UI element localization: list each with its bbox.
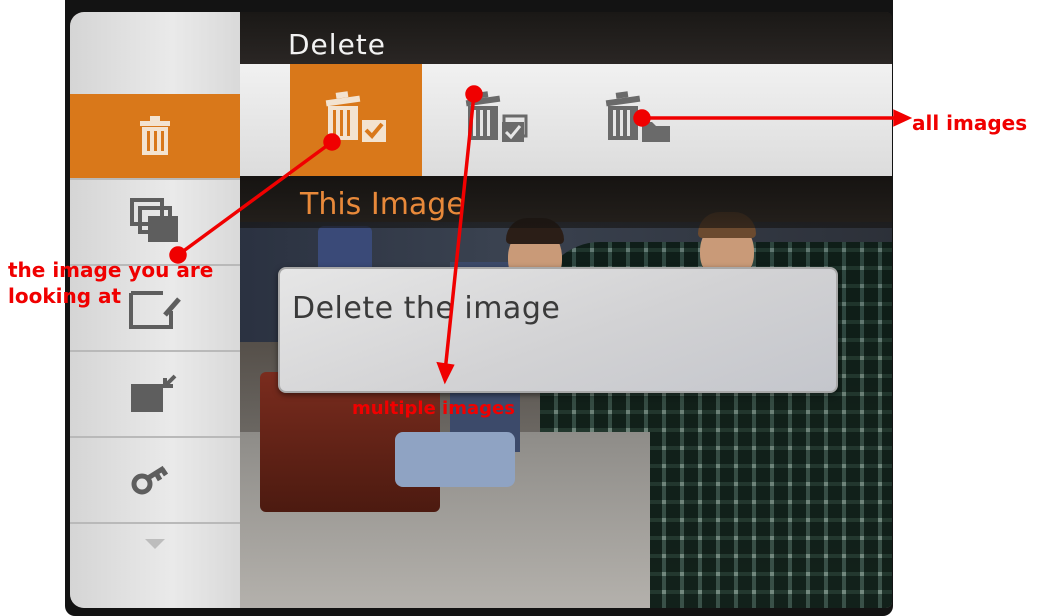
- description-box: Delete the image: [278, 267, 838, 393]
- option-delete-multiple-images[interactable]: [430, 64, 562, 176]
- sidebar-item-copy[interactable]: [70, 180, 240, 264]
- annotation-all-images: all images: [912, 111, 1028, 135]
- photo-person-legs: [395, 432, 515, 487]
- delete-all-images-icon: [605, 91, 670, 142]
- import-image-icon: [131, 374, 177, 412]
- option-delete-all-images[interactable]: [570, 64, 702, 176]
- sidebar-item-delete[interactable]: [70, 94, 240, 178]
- camera-screen: Delete This Image Delete the image: [70, 12, 892, 608]
- menu-title: Delete: [288, 28, 386, 61]
- delete-multiple-images-icon: [465, 91, 528, 142]
- menu-sidebar: [70, 12, 240, 608]
- sidebar-scroll-down[interactable]: [70, 524, 240, 564]
- annotation-line: looking at: [8, 284, 122, 308]
- arrow-head: [893, 109, 913, 127]
- annotation-line: the image you are: [8, 258, 214, 282]
- key-icon: [131, 465, 169, 495]
- selected-option-title: This Image: [300, 187, 465, 222]
- delete-this-image-icon: [325, 91, 386, 142]
- trash-icon: [140, 116, 170, 155]
- sidebar-item-import[interactable]: [70, 352, 240, 436]
- annotation-this-image: the image you are looking at: [8, 257, 213, 309]
- option-delete-this-image[interactable]: [290, 64, 422, 176]
- sidebar-item-protect[interactable]: [70, 438, 240, 522]
- delete-options-row: [240, 64, 892, 176]
- more-arrow-icon: [145, 539, 165, 549]
- copy-images-icon: [130, 198, 178, 242]
- description-text: Delete the image: [292, 291, 561, 326]
- annotation-multiple-images: multiple images: [352, 398, 515, 419]
